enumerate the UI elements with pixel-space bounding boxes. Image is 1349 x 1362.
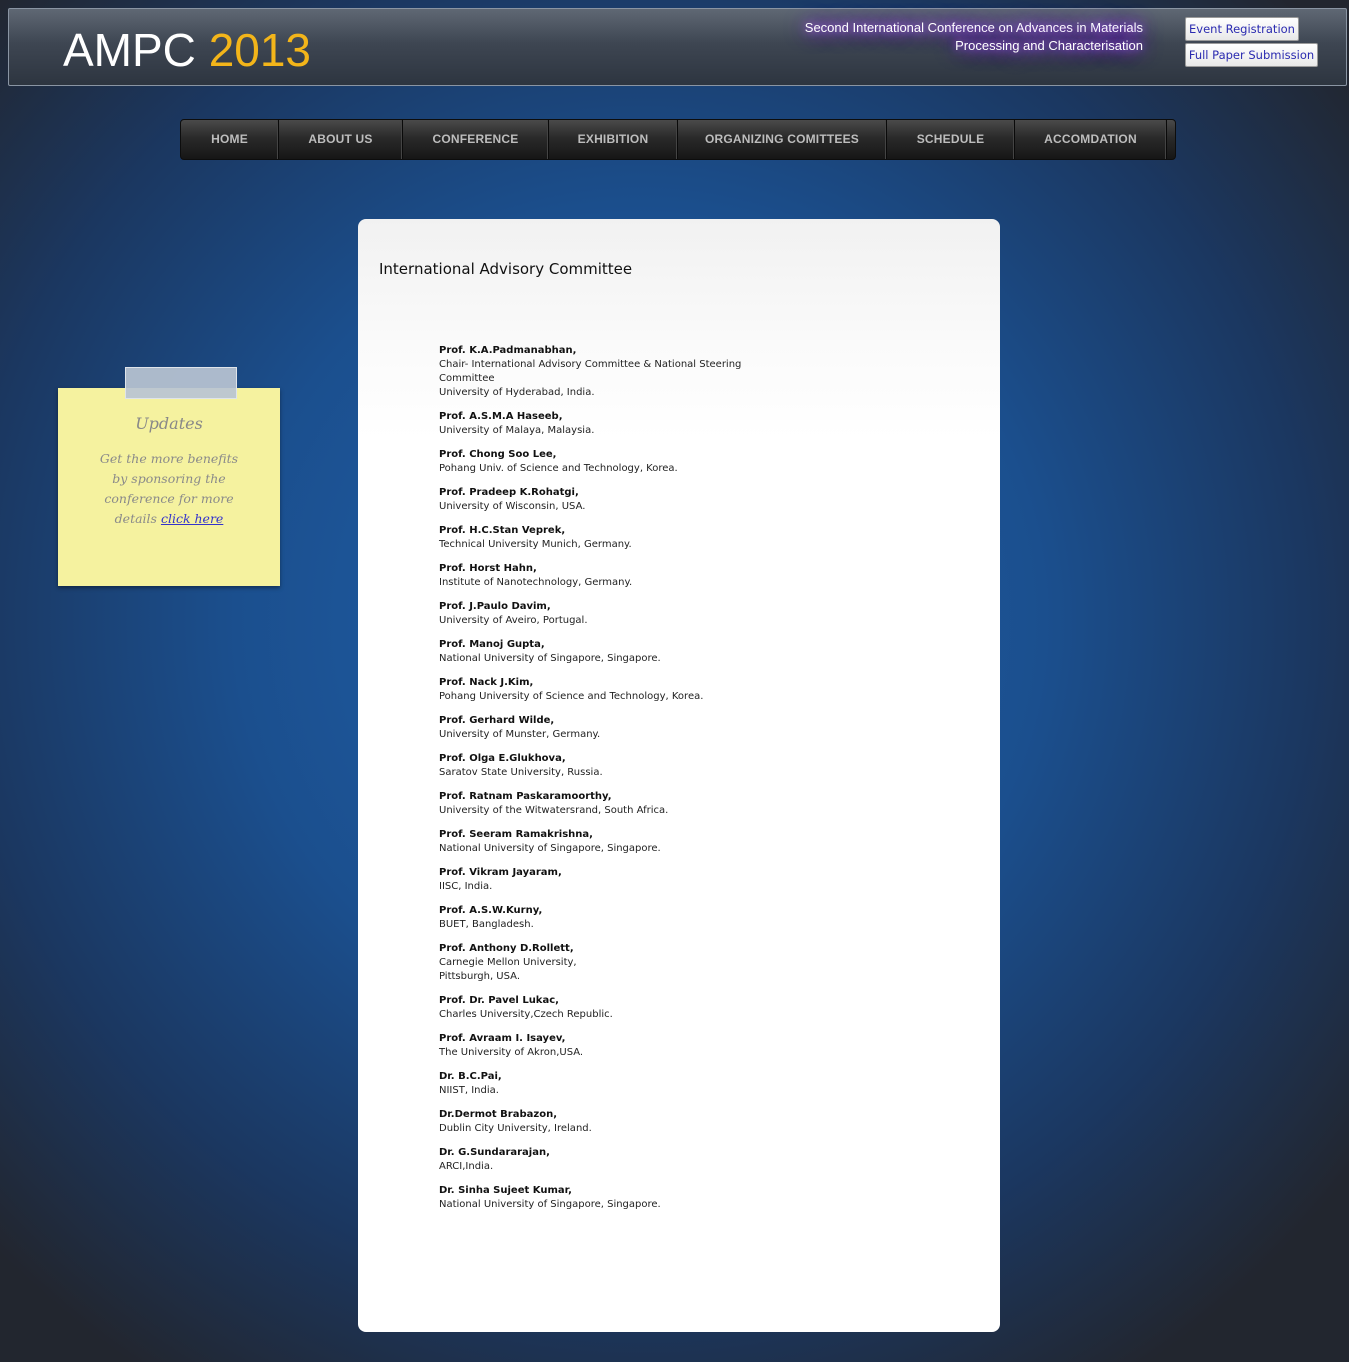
member-affiliation: Carnegie Mellon University,: [439, 957, 577, 968]
member-name: Prof. A.S.W.Kurny,: [439, 905, 543, 916]
member-name: Prof. Nack J.Kim,: [439, 677, 534, 688]
committee-member-list: Prof. K.A.Padmanabhan, Chair- Internation…: [439, 344, 749, 1222]
logo-year: 2013: [208, 24, 312, 76]
member-affiliation: University of Hyderabad, India.: [439, 387, 595, 398]
member-name: Prof. Dr. Pavel Lukac,: [439, 995, 559, 1006]
member-name: Prof. H.C.Stan Veprek,: [439, 525, 566, 536]
committee-member: Prof. Horst Hahn, Institute of Nanotechno…: [439, 562, 749, 590]
committee-member: Prof. Vikram Jayaram, IISC, India.: [439, 866, 749, 894]
member-affiliation: National University of Singapore, Singap…: [439, 653, 661, 664]
member-name: Prof. Ratnam Paskaramoorthy,: [439, 791, 612, 802]
member-affiliation: Dublin City University, Ireland.: [439, 1123, 592, 1134]
committee-member: Prof. H.C.Stan Veprek, Technical Universi…: [439, 524, 749, 552]
committee-member: Dr. B.C.Pai, NIIST, India.: [439, 1070, 749, 1098]
member-affiliation: Pohang Univ. of Science and Technology, …: [439, 463, 678, 474]
content-panel: International Advisory Committee Prof. K…: [358, 219, 1000, 1332]
page-title: International Advisory Committee: [379, 260, 633, 278]
member-affiliation: University of Wisconsin, USA.: [439, 501, 586, 512]
member-affiliation: Pittsburgh, USA.: [439, 971, 521, 982]
nav-item-about-us[interactable]: ABOUT US: [279, 120, 403, 159]
committee-member: Prof. Seeram Ramakrishna, National Univer…: [439, 828, 749, 856]
member-affiliation: University of the Witwatersrand, South A…: [439, 805, 669, 816]
committee-member: Prof. A.S.W.Kurny, BUET, Bangladesh.: [439, 904, 749, 932]
committee-member: Prof. Manoj Gupta, National University of…: [439, 638, 749, 666]
committee-member: Dr. Sinha Sujeet Kumar, National Universi…: [439, 1184, 749, 1212]
member-affiliation: IISC, India.: [439, 881, 493, 892]
committee-member: Prof. Ratnam Paskaramoorthy, University o…: [439, 790, 749, 818]
member-name: Prof. Pradeep K.Rohatgi,: [439, 487, 579, 498]
nav-item-schedule[interactable]: SCHEDULE: [887, 120, 1015, 159]
event-registration-button[interactable]: Event Registration: [1185, 17, 1299, 41]
committee-member: Prof. Anthony D.Rollett, Carnegie Mellon …: [439, 942, 749, 984]
member-name: Dr. Sinha Sujeet Kumar,: [439, 1185, 572, 1196]
nav-item-conference[interactable]: CONFERENCE: [403, 120, 549, 159]
committee-member: Prof. Gerhard Wilde, University of Munste…: [439, 714, 749, 742]
note-tape: [125, 367, 237, 399]
updates-text-block: Get the more benefits by sponsoring the …: [98, 449, 240, 529]
main-nav: HOME ABOUT US CONFERENCE EXHIBITION ORGA…: [180, 119, 1176, 160]
nav-item-exhibition[interactable]: EXHIBITION: [549, 120, 678, 159]
member-name: Prof. Chong Soo Lee,: [439, 449, 557, 460]
committee-member: Prof. Chong Soo Lee, Pohang Univ. of Scie…: [439, 448, 749, 476]
member-affiliation: Pohang University of Science and Technol…: [439, 691, 704, 702]
member-name: Prof. Manoj Gupta,: [439, 639, 545, 650]
member-name: Prof. Olga E.Glukhova,: [439, 753, 566, 764]
member-name: Prof. J.Paulo Davim,: [439, 601, 551, 612]
member-affiliation: ARCI,India.: [439, 1161, 494, 1172]
updates-note: Updates Get the more benefits by sponsor…: [58, 388, 280, 586]
committee-member: Prof. Avraam I. Isayev, The University of…: [439, 1032, 749, 1060]
site-logo[interactable]: AMPC 2013: [63, 23, 311, 77]
updates-title: Updates: [135, 414, 203, 433]
member-affiliation: Saratov State University, Russia.: [439, 767, 603, 778]
nav-item-organizing-committees[interactable]: ORGANIZING COMITTEES: [678, 120, 887, 159]
tagline-line-1: Second International Conference on Advan…: [804, 20, 1143, 35]
member-name: Prof. Seeram Ramakrishna,: [439, 829, 593, 840]
member-name: Prof. A.S.M.A Haseeb,: [439, 411, 563, 422]
member-name: Prof. Avraam I. Isayev,: [439, 1033, 566, 1044]
committee-member: Prof. Dr. Pavel Lukac, Charles University…: [439, 994, 749, 1022]
logo-text: AMPC: [63, 24, 196, 76]
updates-click-here-link[interactable]: click here: [161, 511, 223, 526]
tagline-line-2: Processing and Characterisation: [955, 38, 1143, 53]
member-name: Dr.Dermot Brabazon,: [439, 1109, 557, 1120]
committee-member: Dr. G.Sundararajan, ARCI,India.: [439, 1146, 749, 1174]
member-name: Prof. Horst Hahn,: [439, 563, 537, 574]
nav-item-accomodation[interactable]: ACCOMDATION: [1015, 120, 1167, 159]
member-affiliation: The University of Akron,USA.: [439, 1047, 584, 1058]
member-affiliation: Chair- International Advisory Committee …: [439, 359, 742, 384]
committee-member: Prof. Olga E.Glukhova, Saratov State Univ…: [439, 752, 749, 780]
member-affiliation: Technical University Munich, Germany.: [439, 539, 632, 550]
committee-member: Prof. A.S.M.A Haseeb, University of Malay…: [439, 410, 749, 438]
committee-member: Dr.Dermot Brabazon, Dublin City Universit…: [439, 1108, 749, 1136]
committee-member: Prof. Nack J.Kim, Pohang University of Sc…: [439, 676, 749, 704]
committee-member: Prof. K.A.Padmanabhan, Chair- Internation…: [439, 344, 749, 400]
member-affiliation: National University of Singapore, Singap…: [439, 1199, 661, 1210]
member-affiliation: Charles University,Czech Republic.: [439, 1009, 613, 1020]
member-name: Prof. Vikram Jayaram,: [439, 867, 562, 878]
committee-member: Prof. J.Paulo Davim, University of Aveiro…: [439, 600, 749, 628]
member-name: Prof. Anthony D.Rollett,: [439, 943, 574, 954]
member-name: Prof. Gerhard Wilde,: [439, 715, 555, 726]
member-affiliation: University of Malaya, Malaysia.: [439, 425, 595, 436]
nav-item-home[interactable]: HOME: [181, 120, 279, 159]
member-affiliation: Institute of Nanotechnology, Germany.: [439, 577, 633, 588]
member-name: Prof. K.A.Padmanabhan,: [439, 345, 577, 356]
member-name: Dr. B.C.Pai,: [439, 1071, 502, 1082]
member-affiliation: BUET, Bangladesh.: [439, 919, 534, 930]
member-name: Dr. G.Sundararajan,: [439, 1147, 550, 1158]
conference-tagline: Second International Conference on Advan…: [805, 19, 1143, 55]
member-affiliation: National University of Singapore, Singap…: [439, 843, 661, 854]
member-affiliation: University of Munster, Germany.: [439, 729, 601, 740]
full-paper-submission-button[interactable]: Full Paper Submission: [1185, 43, 1318, 67]
member-affiliation: University of Aveiro, Portugal.: [439, 615, 588, 626]
site-header: AMPC 2013 Second International Conferenc…: [8, 8, 1347, 86]
member-affiliation: NIIST, India.: [439, 1085, 499, 1096]
committee-member: Prof. Pradeep K.Rohatgi, University of Wi…: [439, 486, 749, 514]
